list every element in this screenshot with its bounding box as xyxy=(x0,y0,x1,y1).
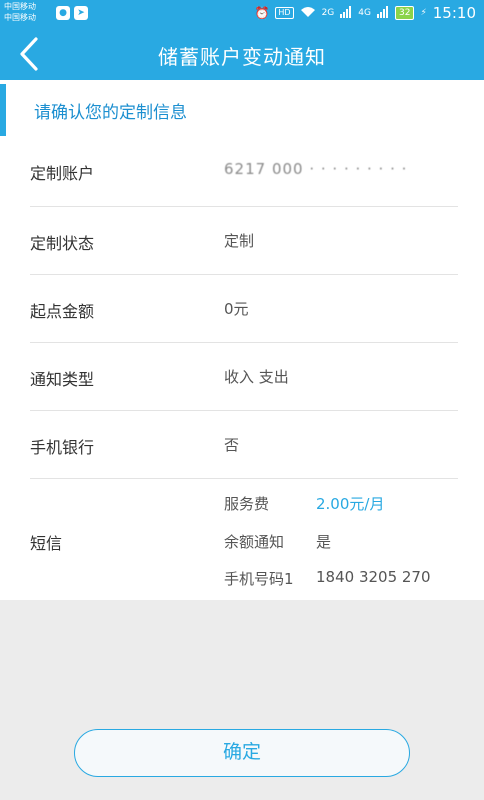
signal-icon xyxy=(340,5,352,21)
charging-icon: ⚡ xyxy=(420,8,427,18)
network-2g: 2G xyxy=(321,8,335,18)
row-label: 定制账户 xyxy=(30,164,95,183)
divider xyxy=(30,206,458,207)
clock: 15:10 xyxy=(432,4,476,22)
info-card: 请确认您的定制信息 定制账户 6217 000 · · · · · · · · … xyxy=(0,80,484,600)
divider xyxy=(30,342,458,343)
status-bar: 中国移动 中国移动 ● ➤ ⏰ HD 2G 4G 32 ⚡ 15:10 xyxy=(0,0,484,28)
account-number: 6217 000 · · · · · · · · · xyxy=(224,160,408,178)
row-value: 否 xyxy=(224,436,240,454)
row-label: 通知类型 xyxy=(30,370,95,389)
download-notification-icon: ➤ xyxy=(74,6,88,20)
row-label: 起点金额 xyxy=(30,302,95,321)
hd-icon: HD xyxy=(275,7,294,19)
status-indicators: ⏰ HD 2G 4G 32 ⚡ 15:10 xyxy=(254,4,476,22)
phone-value: 1840 3205 270 xyxy=(316,568,431,586)
alarm-icon: ⏰ xyxy=(254,6,270,20)
battery-icon: 32 xyxy=(394,6,415,20)
carrier-info: 中国移动 中国移动 xyxy=(4,1,36,23)
row-label: 定制状态 xyxy=(30,234,95,253)
phone-label: 手机号码1 xyxy=(224,570,294,588)
row-value: 定制 xyxy=(224,232,255,250)
nav-bar: 储蓄账户变动通知 xyxy=(0,28,484,80)
row-label: 手机银行 xyxy=(30,438,95,457)
row-label: 短信 xyxy=(30,534,63,553)
balance-label: 余额通知 xyxy=(224,533,285,551)
row-value: 收入 支出 xyxy=(224,368,289,386)
carrier-1: 中国移动 xyxy=(4,2,36,11)
section-title: 请确认您的定制信息 xyxy=(34,103,187,123)
app-notification-icon: ● xyxy=(56,6,70,20)
confirm-button[interactable]: 确定 xyxy=(74,729,410,777)
wifi-icon xyxy=(300,6,316,21)
divider xyxy=(30,478,458,479)
notification-icons: ● ➤ xyxy=(56,6,88,20)
signal-icon-2 xyxy=(376,5,389,21)
page-title: 储蓄账户变动通知 xyxy=(158,45,326,69)
divider xyxy=(30,410,458,411)
balance-value: 是 xyxy=(316,533,332,551)
fee-label: 服务费 xyxy=(224,495,270,513)
divider xyxy=(30,274,458,275)
network-4g: 4G xyxy=(358,8,371,18)
fee-value: 2.00元/月 xyxy=(316,495,385,513)
row-value: 0元 xyxy=(224,300,249,318)
section-header: 请确认您的定制信息 xyxy=(0,84,484,136)
carrier-2: 中国移动 xyxy=(4,13,36,22)
